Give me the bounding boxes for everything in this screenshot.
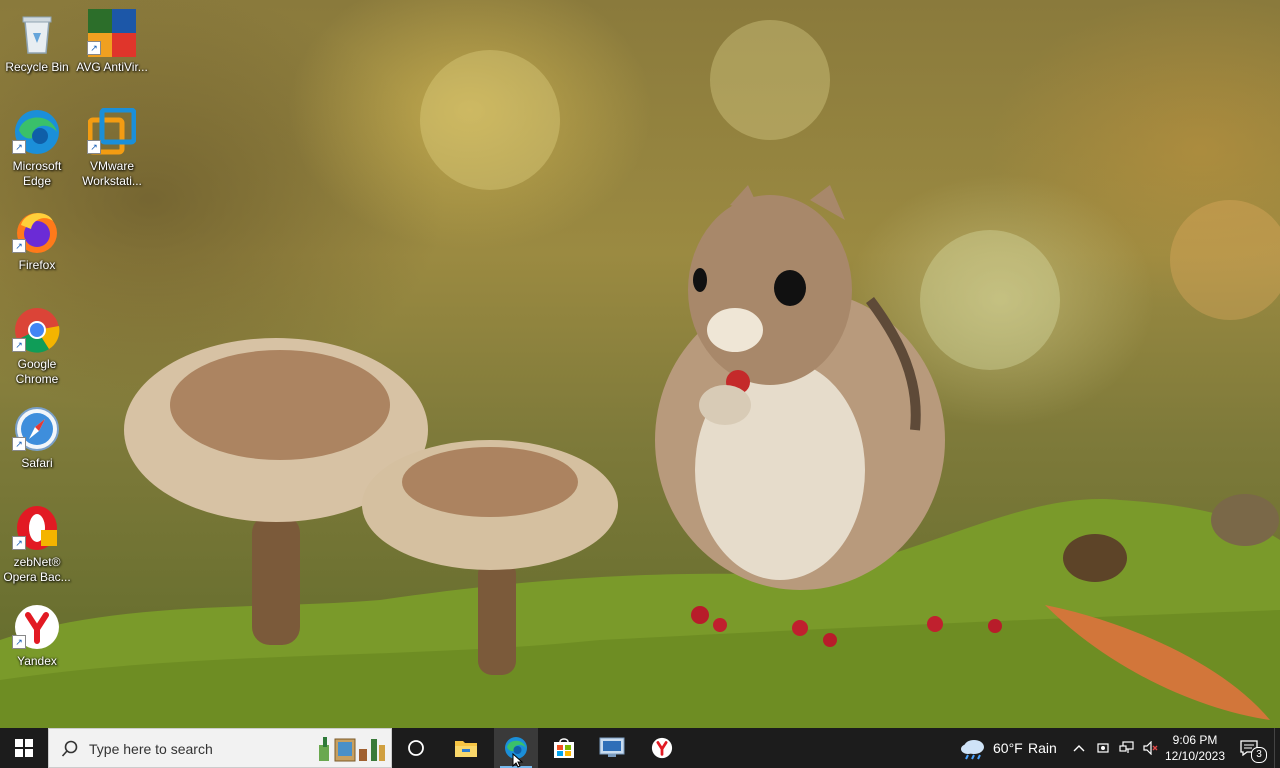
mouse-cursor-icon [512,753,524,768]
task-view-icon [408,740,424,756]
taskbar-microsoft-store[interactable] [542,728,586,768]
shortcut-arrow-icon: ↗ [12,536,26,550]
shortcut-arrow-icon: ↗ [12,140,26,154]
desktop-icon-label: Recycle Bin [5,60,69,74]
desktop-icon-label: Yandex [17,654,57,668]
shortcut-arrow-icon: ↗ [12,635,26,649]
desktop-icon-label: AVG AntiVir... [76,60,148,74]
device-icon [1097,743,1109,753]
rain-cloud-icon [961,740,984,760]
tray-network-button[interactable] [1116,728,1138,768]
desktop-icon-opera-backup[interactable]: ↗ zebNet® Opera Bac... [0,498,74,592]
search-placeholder: Type here to search [89,741,213,757]
chevron-up-icon [1073,745,1085,752]
taskbar-remote-desktop[interactable] [590,728,634,768]
desktop-icon-label: zebNet® Opera Bac... [3,555,71,584]
desktop-icon-google-chrome[interactable]: ↗ Google Chrome [0,300,74,394]
desktop-icon-label: Safari [21,456,53,470]
tray-volume-button[interactable] [1140,728,1162,768]
desktop-icon-avg-antivirus[interactable]: ↗ AVG AntiVir... [75,3,149,97]
show-desktop-button[interactable] [1274,728,1280,768]
desktop-icon-microsoft-edge[interactable]: ↗ Microsoft Edge [0,102,74,196]
shortcut-arrow-icon: ↗ [87,140,101,154]
desktop-icon-label: Google Chrome [15,357,59,386]
action-center-button[interactable]: 3 [1232,728,1267,768]
clock-date: 12/10/2023 [1164,749,1226,763]
desktop-icon-yandex[interactable]: ↗ Yandex [0,597,74,691]
desktop-icon-safari[interactable]: ↗ Safari [0,399,74,493]
shortcut-arrow-icon: ↗ [87,41,101,55]
desktop-icon-label: Microsoft Edge [12,159,62,188]
shortcut-arrow-icon: ↗ [12,338,26,352]
weather-widget[interactable]: 60°F Rain [958,728,1062,768]
search-highlight-icon [319,737,385,762]
notification-count-badge: 3 [1251,747,1267,763]
desktop-icon-recycle-bin[interactable]: Recycle Bin [0,3,74,97]
recycle-bin-icon [13,9,61,57]
tray-device-button[interactable] [1092,728,1114,768]
desktop-wallpaper [0,0,1280,728]
shortcut-arrow-icon: ↗ [12,437,26,451]
windows-logo-icon [15,739,33,757]
volume-muted-icon [1143,741,1158,755]
taskbar-yandex[interactable] [640,728,684,768]
network-icon [1119,741,1134,753]
desktop-icon-vmware[interactable]: ↗ VMware Workstati... [75,102,149,196]
weather-temperature: 60°F [993,740,1023,756]
desktop-icon-firefox[interactable]: ↗ Firefox [0,201,74,295]
start-button[interactable] [0,728,48,768]
weather-condition: Rain [1028,740,1057,756]
taskbar-search-box[interactable]: Type here to search [48,728,392,768]
file-explorer-icon [455,741,477,757]
microsoft-store-icon [554,738,574,758]
taskbar: Type here to search 60°F Rain 9:06 PM 12… [0,728,1280,768]
taskbar-file-explorer[interactable] [444,728,488,768]
search-icon [61,740,78,757]
task-view-button[interactable] [394,728,438,768]
remote-desktop-icon [599,737,625,757]
clock-time: 9:06 PM [1172,733,1218,747]
shortcut-arrow-icon: ↗ [12,239,26,253]
desktop-icon-label: Firefox [18,258,56,272]
clock[interactable]: 9:06 PM 12/10/2023 [1160,728,1230,768]
yandex-icon [651,737,673,759]
show-hidden-icons-button[interactable] [1068,728,1090,768]
desktop-icon-label: VMware Workstati... [82,159,142,188]
